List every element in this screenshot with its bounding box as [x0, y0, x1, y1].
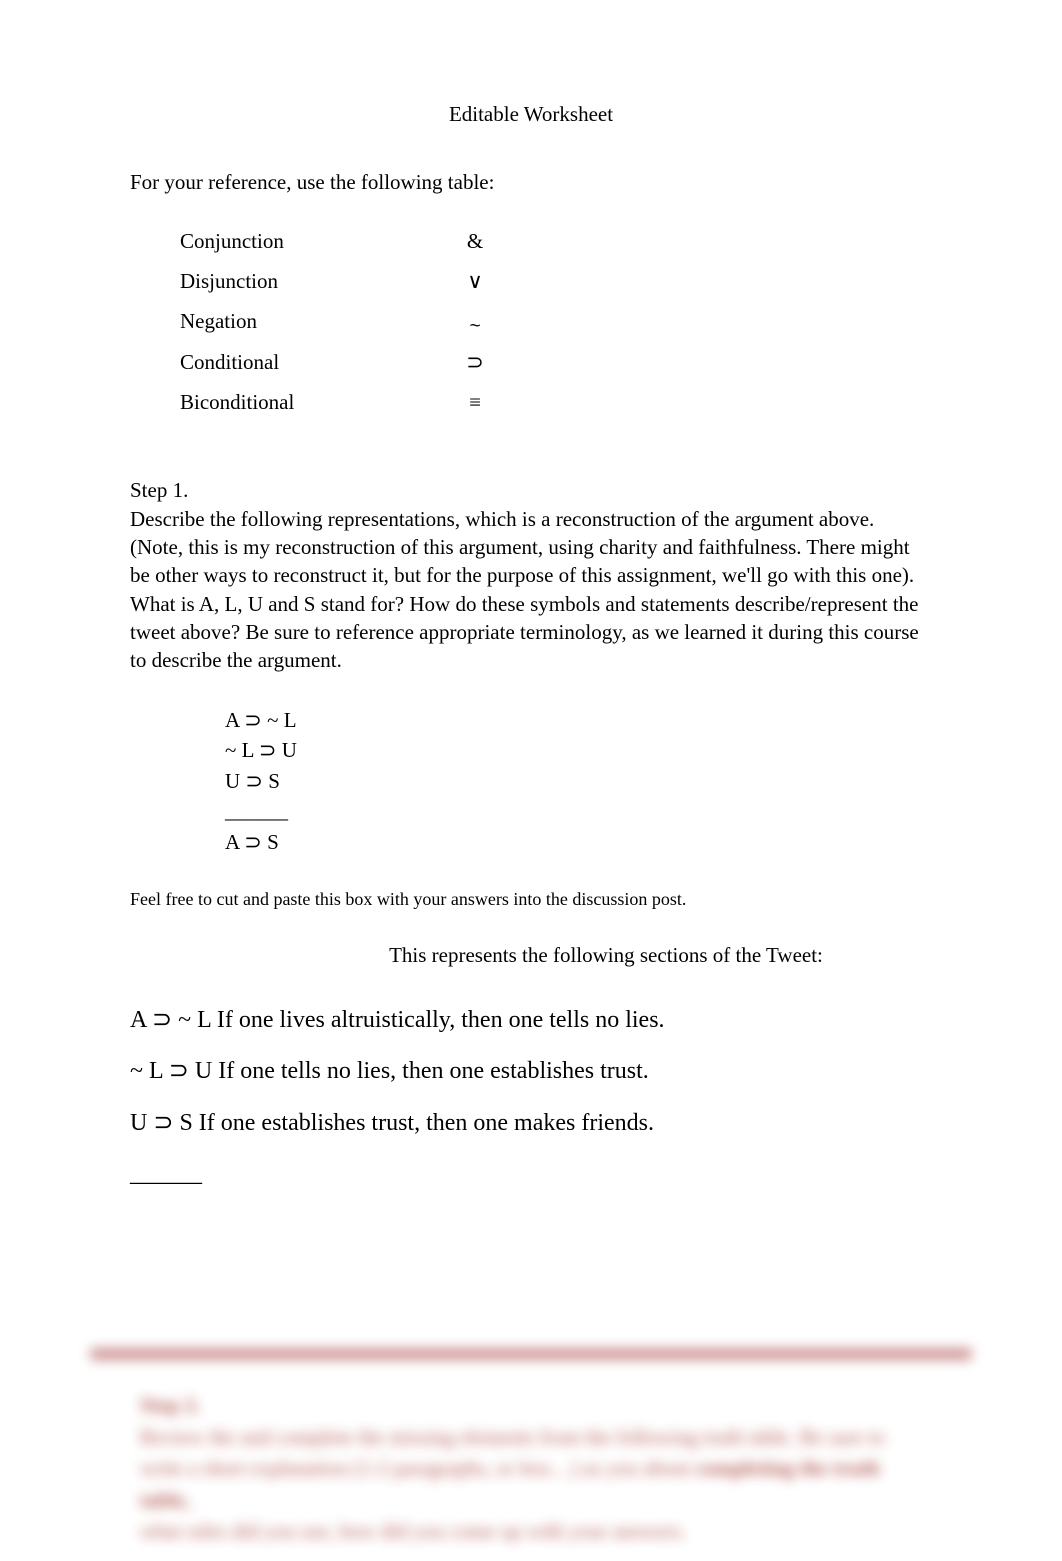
op-symbol: ⊃: [460, 348, 490, 376]
table-row: Biconditional ≡: [180, 388, 932, 416]
blurred-line: what rules did you use, how did you come…: [140, 1516, 932, 1548]
table-row: Negation ~: [180, 307, 932, 335]
step-1-body: Describe the following representations, …: [130, 505, 932, 675]
op-label: Conjunction: [180, 227, 460, 255]
conclusion: A ⊃ S: [225, 827, 932, 857]
argument-divider: ______: [225, 796, 932, 826]
op-label: Biconditional: [180, 388, 460, 416]
step-1-block: Step 1. Describe the following represent…: [130, 476, 932, 674]
op-symbol: ≡: [460, 388, 490, 416]
step-2-heading: Step 2.: [140, 1390, 932, 1422]
statement-2: ~ L ⊃ U If one tells no lies, then one e…: [130, 1049, 932, 1095]
instruction-note: Feel free to cut and paste this box with…: [130, 887, 932, 911]
blurred-bar: [90, 1348, 972, 1360]
op-label: Negation: [180, 307, 460, 335]
step-1-heading: Step 1.: [130, 476, 932, 504]
statements-block: A ⊃ ~ L If one lives altruistically, the…: [130, 998, 932, 1198]
intro-text: For your reference, use the following ta…: [130, 168, 932, 196]
statement-text: If one tells no lies, then one establish…: [218, 1058, 649, 1084]
statement-prefix: A ⊃ ~ L: [130, 1007, 217, 1033]
op-label: Conditional: [180, 348, 460, 376]
statement-prefix: ~ L ⊃ U: [130, 1058, 218, 1084]
statement-1: A ⊃ ~ L If one lives altruistically, the…: [130, 998, 932, 1044]
argument-block: A ⊃ ~ L ~ L ⊃ U U ⊃ S ______ A ⊃ S: [130, 705, 932, 857]
represents-heading: This represents the following sections o…: [130, 941, 932, 969]
blurred-preview: Step 2. Review the and complete the miss…: [130, 1348, 932, 1548]
table-row: Conjunction &: [180, 227, 932, 255]
statement-text: If one lives altruistically, then one te…: [217, 1007, 665, 1033]
statement-text: If one establishes trust, then one makes…: [199, 1110, 654, 1136]
op-label: Disjunction: [180, 267, 460, 295]
premise-1: A ⊃ ~ L: [225, 705, 932, 735]
blurred-line: write a short explanation (1-2 paragraph…: [140, 1453, 932, 1516]
premise-2: ~ L ⊃ U: [225, 735, 932, 765]
statements-divider: ______: [130, 1152, 932, 1198]
premise-3: U ⊃ S: [225, 766, 932, 796]
operator-table: Conjunction & Disjunction ∨ Negation ~ C…: [130, 227, 932, 417]
op-symbol: ∨: [460, 267, 490, 295]
op-symbol: ~: [460, 314, 490, 340]
op-symbol: &: [460, 227, 490, 255]
page-title: Editable Worksheet: [130, 100, 932, 128]
blurred-line: Review the and complete the missing elem…: [140, 1422, 932, 1454]
statement-3: U ⊃ S If one establishes trust, then one…: [130, 1101, 932, 1147]
blurred-span: write a short explanation (1-2 paragraph…: [140, 1456, 695, 1480]
table-row: Disjunction ∨: [180, 267, 932, 295]
statement-prefix: U ⊃ S: [130, 1110, 199, 1136]
table-row: Conditional ⊃: [180, 348, 932, 376]
blurred-text: Step 2. Review the and complete the miss…: [130, 1390, 932, 1548]
